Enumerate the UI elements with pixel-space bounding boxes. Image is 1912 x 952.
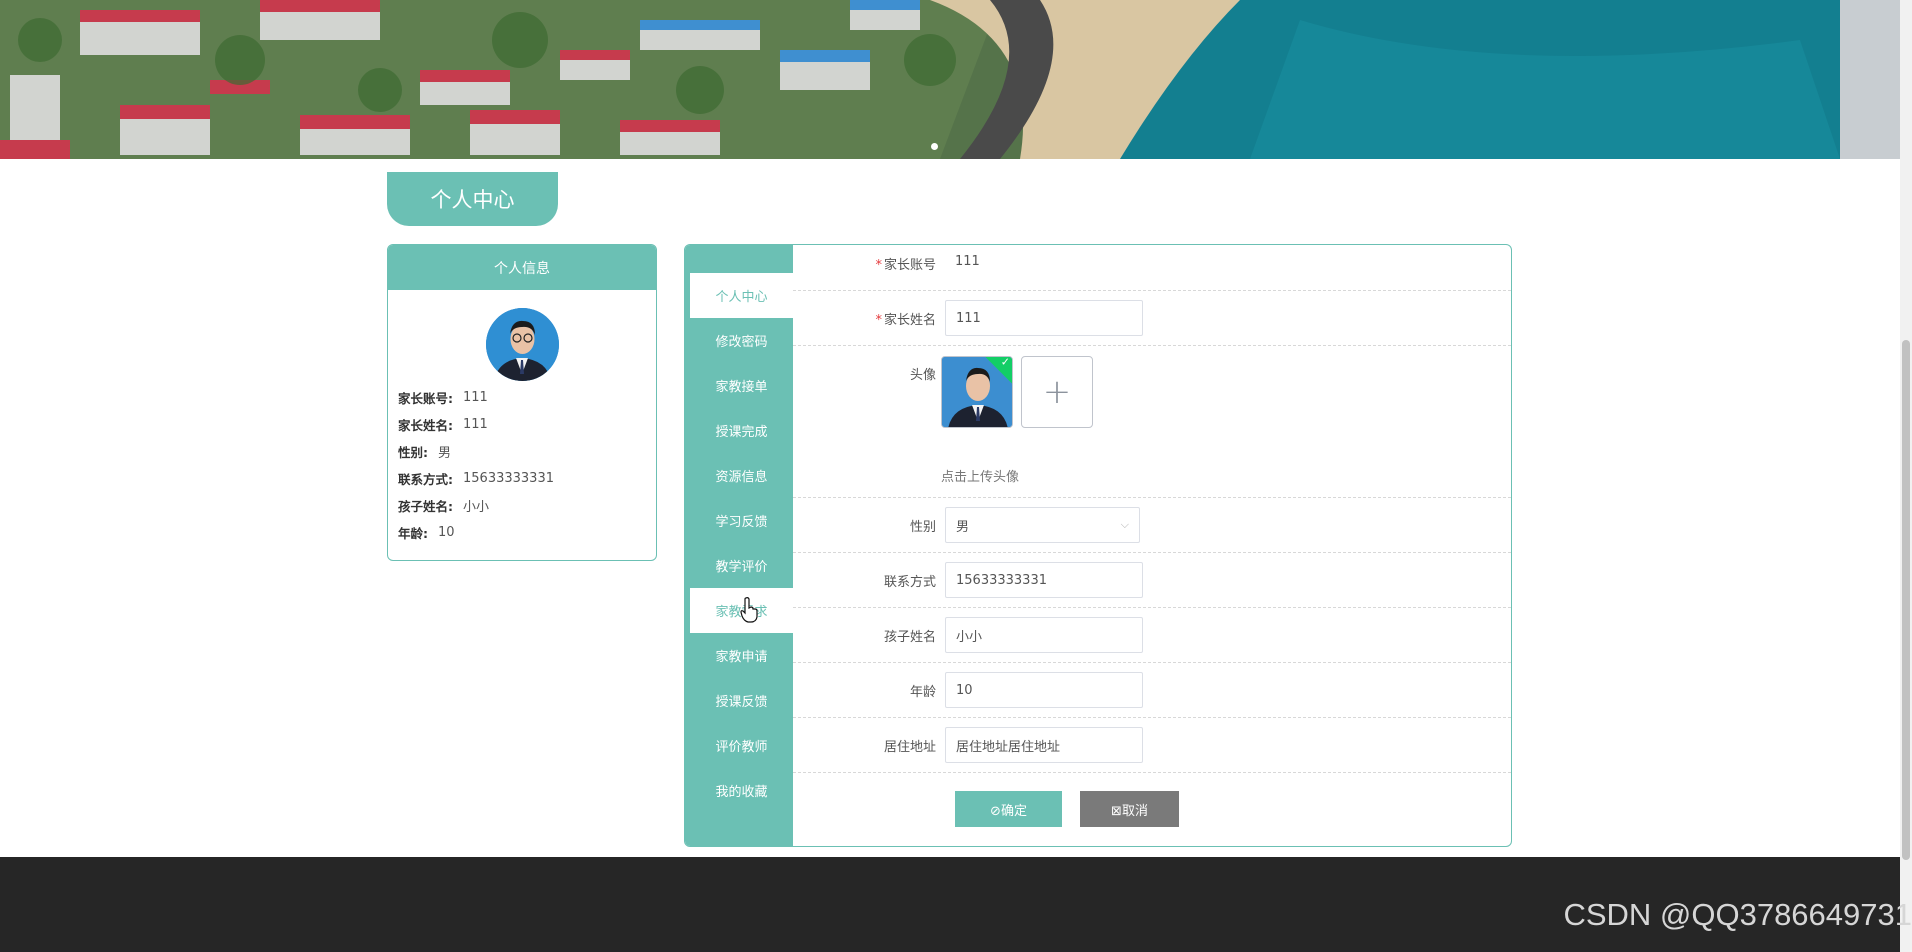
child-name-input[interactable]: 小小 xyxy=(945,617,1143,653)
form-actions: ⊘确定 ⊠取消 xyxy=(793,773,1511,827)
form-row-child-name: 孩子姓名 小小 xyxy=(793,608,1511,663)
personal-center-panel: 个人中心 修改密码 家教接单 授课完成 资源信息 学习反馈 教学评价 家教需求 … xyxy=(684,244,1512,847)
profile-card-header: 个人信息 xyxy=(388,245,656,290)
required-mark: * xyxy=(875,258,882,273)
profile-form: * 家长账号 111 * 家长姓名 111 头像 ✓ + 点击上传头像 性别 男… xyxy=(793,245,1511,827)
page-scrollbar[interactable] xyxy=(1900,0,1912,952)
age-input[interactable]: 10 xyxy=(945,672,1143,708)
menu-item-learning-feedback[interactable]: 学习反馈 xyxy=(690,498,793,543)
profile-avatar xyxy=(486,308,559,381)
profile-label: 年龄: xyxy=(398,526,428,541)
account-label: * 家长账号 xyxy=(875,258,936,273)
profile-value: 10 xyxy=(438,525,455,540)
profile-label: 家长账号: xyxy=(398,391,453,406)
check-icon: ✓ xyxy=(1000,356,1010,369)
account-value: 111 xyxy=(955,254,980,269)
menu-item-tutor-application[interactable]: 家教申请 xyxy=(690,633,793,678)
profile-label: 联系方式: xyxy=(398,472,453,487)
menu-item-personal-center[interactable]: 个人中心 xyxy=(690,273,793,318)
profile-value: 111 xyxy=(463,390,488,405)
profile-row-account: 家长账号: 111 xyxy=(398,384,554,411)
upload-hint: 点击上传头像 xyxy=(941,470,1020,485)
chevron-down-icon: ⌵ xyxy=(1120,518,1129,531)
form-row-gender: 性别 男 ⌵ xyxy=(793,498,1511,553)
child-name-label: 孩子姓名 xyxy=(883,630,936,645)
cancel-button[interactable]: ⊠取消 xyxy=(1080,791,1179,827)
profile-row-name: 家长姓名: 111 xyxy=(398,411,554,438)
profile-value: 男 xyxy=(438,446,452,461)
age-label: 年龄 xyxy=(909,685,936,700)
phone-input[interactable]: 15633333331 xyxy=(945,562,1143,598)
menu-item-tutor-orders[interactable]: 家教接单 xyxy=(690,363,793,408)
menu-item-resources[interactable]: 资源信息 xyxy=(690,453,793,498)
profile-row-child-name: 孩子姓名: 小小 xyxy=(398,492,554,519)
profile-label: 家长姓名: xyxy=(398,418,453,433)
uploaded-avatar[interactable]: ✓ xyxy=(941,356,1013,428)
profile-label: 孩子姓名: xyxy=(398,499,453,514)
address-label: 居住地址 xyxy=(883,740,936,755)
plus-icon: + xyxy=(1042,372,1072,412)
carousel-indicator[interactable] xyxy=(931,143,938,150)
required-mark: * xyxy=(875,313,882,328)
phone-label: 联系方式 xyxy=(883,575,936,590)
address-input[interactable]: 居住地址居住地址 xyxy=(945,727,1143,763)
name-label: * 家长姓名 xyxy=(875,313,936,328)
menu-item-my-favorites[interactable]: 我的收藏 xyxy=(690,768,793,813)
profile-value: 111 xyxy=(463,417,488,432)
gender-label: 性别 xyxy=(909,520,936,535)
form-row-address: 居住地址 居住地址居住地址 xyxy=(793,718,1511,773)
form-row-phone: 联系方式 15633333331 xyxy=(793,553,1511,608)
menu-item-lesson-feedback[interactable]: 授课反馈 xyxy=(690,678,793,723)
profile-info-list: 家长账号: 111 家长姓名: 111 性别: 男 联系方式: 15633333… xyxy=(398,384,554,546)
banner-image xyxy=(0,0,1900,159)
name-input[interactable]: 111 xyxy=(945,300,1143,336)
profile-row-age: 年龄: 10 xyxy=(398,519,554,546)
banner-carousel xyxy=(0,0,1900,159)
profile-value: 15633333331 xyxy=(463,471,554,486)
page-title: 个人中心 xyxy=(387,172,558,226)
avatar-label: 头像 xyxy=(909,368,936,383)
person-photo-icon xyxy=(486,308,559,381)
form-row-account: * 家长账号 111 xyxy=(793,245,1511,291)
form-row-name: * 家长姓名 111 xyxy=(793,291,1511,346)
profile-value: 小小 xyxy=(463,500,490,515)
side-menu: 个人中心 修改密码 家教接单 授课完成 资源信息 学习反馈 教学评价 家教需求 … xyxy=(685,245,793,846)
upload-avatar-button[interactable]: + xyxy=(1021,356,1093,428)
confirm-button[interactable]: ⊘确定 xyxy=(955,791,1062,827)
profile-label: 性别: xyxy=(398,445,428,460)
gender-selected-value: 男 xyxy=(956,519,970,535)
menu-item-rate-teacher[interactable]: 评价教师 xyxy=(690,723,793,768)
watermark: CSDN @QQ3786649731 xyxy=(1563,897,1912,932)
menu-item-lessons-completed[interactable]: 授课完成 xyxy=(690,408,793,453)
form-row-age: 年龄 10 xyxy=(793,663,1511,718)
hand-cursor-icon xyxy=(740,597,758,623)
menu-item-teaching-evaluation[interactable]: 教学评价 xyxy=(690,543,793,588)
scrollbar-thumb[interactable] xyxy=(1902,340,1910,860)
menu-item-change-password[interactable]: 修改密码 xyxy=(690,318,793,363)
gender-select[interactable]: 男 ⌵ xyxy=(945,507,1140,543)
profile-row-phone: 联系方式: 15633333331 xyxy=(398,465,554,492)
profile-row-gender: 性别: 男 xyxy=(398,438,554,465)
form-row-avatar: 头像 ✓ + 点击上传头像 xyxy=(793,346,1511,498)
profile-card: 个人信息 家长账号: 111 家长姓名: 111 性别: 男 联系方式: 156… xyxy=(387,244,657,561)
